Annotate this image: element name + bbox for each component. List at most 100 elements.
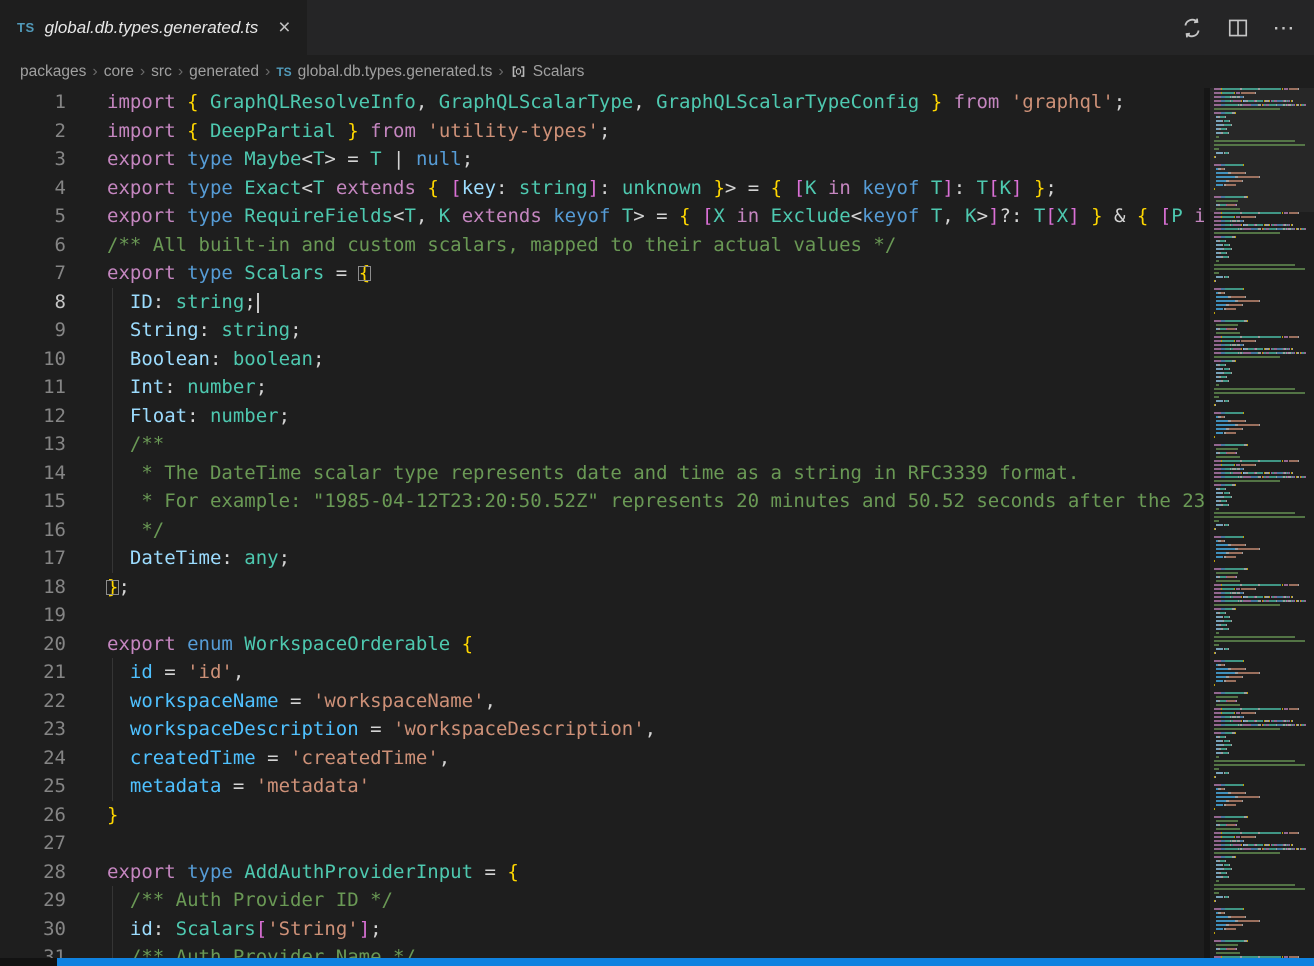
code-line[interactable]: 23 workspaceDescription = 'workspaceDesc… <box>0 715 1204 744</box>
minimap-row <box>1210 112 1314 114</box>
code-line[interactable]: 28export type AddAuthProviderInput = { <box>0 858 1204 887</box>
code-line[interactable]: 20export enum WorkspaceOrderable { <box>0 630 1204 659</box>
token: from <box>370 120 416 142</box>
tab-close-icon[interactable]: × <box>278 17 290 38</box>
code-line[interactable]: 27 <box>0 829 1204 858</box>
minimap-row <box>1210 484 1314 486</box>
code-line[interactable]: 25 metadata = 'metadata' <box>0 772 1204 801</box>
minimap-row <box>1210 928 1314 930</box>
token: T <box>370 148 381 170</box>
code-text: id = 'id', <box>66 658 244 687</box>
code-line[interactable]: 2import { DeepPartial } from 'utility-ty… <box>0 117 1204 146</box>
code-line[interactable]: 7export type Scalars = { <box>0 259 1204 288</box>
breadcrumb-item-core[interactable]: core <box>102 63 136 81</box>
minimap-row <box>1210 840 1314 842</box>
code-line[interactable]: 14 * The DateTime scalar type represents… <box>0 459 1204 488</box>
minimap-row <box>1210 272 1314 274</box>
breadcrumb-item-src[interactable]: src <box>149 63 174 81</box>
token: extends <box>336 177 428 199</box>
status-bar <box>0 958 1314 966</box>
line-number: 19 <box>0 601 66 630</box>
line-number: 9 <box>0 316 66 345</box>
code-text: export type Exact<T extends { [key: stri… <box>66 174 1057 203</box>
editor[interactable]: 1import { GraphQLResolveInfo, GraphQLSca… <box>0 88 1204 966</box>
token: * For example: "1985-04-12T23:20:50.52Z"… <box>107 490 1204 512</box>
breadcrumb-item-packages[interactable]: packages <box>18 63 88 81</box>
breadcrumb-item-global-db-types-generated-ts[interactable]: TSglobal.db.types.generated.ts <box>274 63 494 81</box>
tab-global-db-types-generated-ts[interactable]: TS global.db.types.generated.ts × <box>0 0 307 55</box>
minimap-row <box>1210 672 1314 674</box>
code-line[interactable]: 16 */ <box>0 516 1204 545</box>
chevron-separator-icon: › <box>174 63 187 81</box>
token: { <box>1137 205 1148 227</box>
minimap-row <box>1210 804 1314 806</box>
code-line[interactable]: 17 DateTime: any; <box>0 544 1204 573</box>
minimap-row <box>1210 436 1314 438</box>
ts-file-icon: TS <box>17 20 35 35</box>
code-line[interactable]: 22 workspaceName = 'workspaceName', <box>0 687 1204 716</box>
code-line[interactable]: 11 Int: number; <box>0 373 1204 402</box>
token: X <box>713 205 736 227</box>
token: : <box>153 918 176 940</box>
code-line[interactable]: 6/** All built-in and custom scalars, ma… <box>0 231 1204 260</box>
more-actions-button[interactable]: ⋯ <box>1266 10 1302 46</box>
minimap-row <box>1210 196 1314 198</box>
code-line[interactable]: 4export type Exact<T extends { [key: str… <box>0 174 1204 203</box>
code-line[interactable]: 1import { GraphQLResolveInfo, GraphQLSca… <box>0 88 1204 117</box>
token: > = <box>633 205 679 227</box>
code-line[interactable]: 24 createdTime = 'createdTime', <box>0 744 1204 773</box>
minimap-row <box>1210 756 1314 758</box>
code-text: createdTime = 'createdTime', <box>66 744 450 773</box>
code-line[interactable]: 21 id = 'id', <box>0 658 1204 687</box>
code-line[interactable]: 30 id: Scalars['String']; <box>0 915 1204 944</box>
open-changes-button[interactable] <box>1174 10 1210 46</box>
line-number: 7 <box>0 259 66 288</box>
code-line[interactable]: 15 * For example: "1985-04-12T23:20:50.5… <box>0 487 1204 516</box>
breadcrumb-label: src <box>151 63 172 81</box>
split-editor-button[interactable] <box>1220 10 1256 46</box>
minimap-row <box>1210 300 1314 302</box>
code-line[interactable]: 26} <box>0 801 1204 830</box>
code-line[interactable]: 18}; <box>0 573 1204 602</box>
code-line[interactable]: 13 /** <box>0 430 1204 459</box>
token: T <box>931 205 942 227</box>
token: 'workspaceName' <box>313 690 485 712</box>
minimap-row <box>1210 940 1314 942</box>
token: type <box>187 205 244 227</box>
code-line[interactable]: 19 <box>0 601 1204 630</box>
breadcrumb-item-scalars[interactable]: Scalars <box>508 63 587 81</box>
minimap-row <box>1210 392 1314 394</box>
breadcrumb-label: core <box>104 63 134 81</box>
minimap-slider[interactable] <box>1210 88 1314 212</box>
code-line[interactable]: 5export type RequireFields<T, K extends … <box>0 202 1204 231</box>
token: , <box>645 718 656 740</box>
minimap-row <box>1210 924 1314 926</box>
minimap[interactable] <box>1210 88 1314 958</box>
token: boolean <box>233 348 313 370</box>
minimap-row <box>1210 536 1314 538</box>
breadcrumb-item-generated[interactable]: generated <box>187 63 261 81</box>
token: keyof <box>862 205 931 227</box>
minimap-row <box>1210 380 1314 382</box>
code-line[interactable]: 12 Float: number; <box>0 402 1204 431</box>
minimap-row <box>1210 616 1314 618</box>
token: DeepPartial <box>199 120 348 142</box>
code-line[interactable]: 29 /** Auth Provider ID */ <box>0 886 1204 915</box>
token: } <box>107 804 118 826</box>
code-line[interactable]: 8 ID: string; <box>0 288 1204 317</box>
minimap-row <box>1210 644 1314 646</box>
minimap-row <box>1210 716 1314 718</box>
minimap-row <box>1210 240 1314 242</box>
token: /** Auth Provider ID */ <box>130 889 393 911</box>
code-line[interactable]: 3export type Maybe<T> = T | null; <box>0 145 1204 174</box>
code-line[interactable]: 10 Boolean: boolean; <box>0 345 1204 374</box>
token: in <box>736 205 770 227</box>
token: */ <box>107 519 164 541</box>
minimap-row <box>1210 808 1314 810</box>
code-line[interactable]: 9 String: string; <box>0 316 1204 345</box>
minimap-row <box>1210 508 1314 510</box>
minimap-row <box>1210 636 1314 638</box>
indent-guide <box>112 345 113 374</box>
line-number: 1 <box>0 88 66 117</box>
token <box>1080 205 1091 227</box>
